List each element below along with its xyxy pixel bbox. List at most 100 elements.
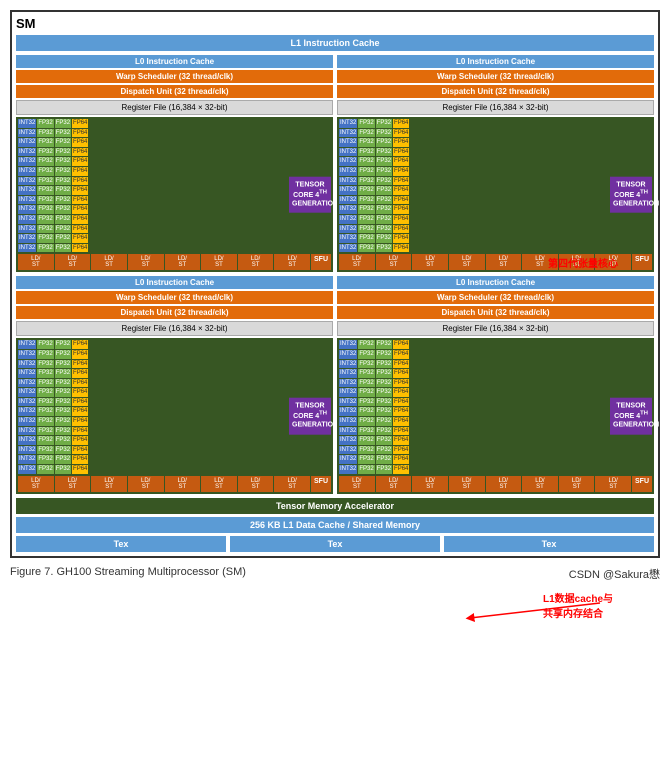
sm-title: SM xyxy=(16,16,654,31)
reg-cell: INT32 xyxy=(339,340,357,349)
reg-cell: FP32 xyxy=(37,157,53,166)
reg-cell: FP32 xyxy=(55,379,71,388)
quadrant-top-right: L0 Instruction Cache Warp Scheduler (32 … xyxy=(337,55,654,272)
sfu-cell: LD/ST xyxy=(449,476,485,492)
reg-cell: FP32 xyxy=(37,465,53,474)
annotation-l1-cache: L1数据cache与共享内存结合 xyxy=(543,590,658,620)
tex-cell-1: Tex xyxy=(16,536,226,552)
reg-cell: FP32 xyxy=(358,225,374,234)
reg-cell: FP32 xyxy=(376,215,392,224)
source-text: CSDN @Sakura懋 xyxy=(569,566,660,582)
reg-cell: FP32 xyxy=(376,407,392,416)
reg-cell: INT32 xyxy=(339,369,357,378)
reg-cell: FP64 xyxy=(72,215,88,224)
reg-cell: FP32 xyxy=(55,157,71,166)
sfu-cell: LD/ST xyxy=(274,476,310,492)
reg-cell: FP64 xyxy=(72,398,88,407)
reg-cell: INT32 xyxy=(339,234,357,243)
reg-cell: FP32 xyxy=(376,350,392,359)
reg-cell: FP64 xyxy=(393,234,409,243)
reg-cell: FP32 xyxy=(37,205,53,214)
sfu-cell: LD/ST xyxy=(376,254,412,270)
sfu-cell: LD/ST xyxy=(18,254,54,270)
l0-cache-br: L0 Instruction Cache xyxy=(337,276,654,289)
reg-cell: INT32 xyxy=(18,340,36,349)
tex-cell-2: Tex xyxy=(230,536,440,552)
reg-cell: FP32 xyxy=(358,177,374,186)
sfu-cell: LD/ST xyxy=(274,254,310,270)
reg-cell: FP64 xyxy=(393,340,409,349)
sfu-cell: LD/ST xyxy=(559,476,595,492)
reg-cell: FP64 xyxy=(72,167,88,176)
reg-cell: FP32 xyxy=(37,129,53,138)
reg-cell: FP32 xyxy=(358,167,374,176)
reg-cell: INT32 xyxy=(339,205,357,214)
reg-cell: INT32 xyxy=(339,148,357,157)
reg-cell: INT32 xyxy=(339,157,357,166)
reg-cell: FP64 xyxy=(72,379,88,388)
register-grid-tl: INT32FP32FP32FP64INT32FP32FP32FP64INT32F… xyxy=(16,117,333,272)
sfu-cell: LD/ST xyxy=(238,254,274,270)
reg-cell: FP32 xyxy=(55,119,71,128)
reg-cell: INT32 xyxy=(18,167,36,176)
reg-cell: FP32 xyxy=(37,138,53,147)
reg-cell: FP32 xyxy=(37,234,53,243)
register-row: INT32FP32FP32FP64 xyxy=(339,157,652,166)
annotation-tensor-core: 第四代张量核心 xyxy=(548,255,658,270)
reg-cell: FP32 xyxy=(376,465,392,474)
register-row: INT32FP32FP32FP64 xyxy=(18,244,331,253)
reg-cell: FP64 xyxy=(393,167,409,176)
reg-cell: FP32 xyxy=(376,455,392,464)
register-grid-br: INT32FP32FP32FP64INT32FP32FP32FP64INT32F… xyxy=(337,338,654,493)
reg-cell: INT32 xyxy=(339,398,357,407)
reg-cell: FP32 xyxy=(55,427,71,436)
quadrant-top-left: L0 Instruction Cache Warp Scheduler (32 … xyxy=(16,55,333,272)
reg-cell: INT32 xyxy=(18,465,36,474)
reg-cell: INT32 xyxy=(339,455,357,464)
tensor-core-label-br: TENSOR CORE 4TH GENERATION xyxy=(610,398,652,435)
reg-cell: INT32 xyxy=(18,157,36,166)
reg-cell: FP32 xyxy=(376,196,392,205)
sfu-cell: LD/ST xyxy=(595,476,631,492)
register-row: INT32FP32FP32FP64 xyxy=(339,205,652,214)
reg-cell: FP32 xyxy=(55,215,71,224)
sfu-cell: LD/ST xyxy=(486,254,522,270)
register-row: INT32FP32FP32FP64 xyxy=(18,196,331,205)
reg-cell: INT32 xyxy=(339,388,357,397)
reg-cell: INT32 xyxy=(339,225,357,234)
reg-cell: FP32 xyxy=(376,234,392,243)
reg-cell: FP32 xyxy=(358,215,374,224)
dispatch-unit-bl: Dispatch Unit (32 thread/clk) xyxy=(16,306,333,319)
register-row: INT32FP32FP32FP64 xyxy=(339,340,652,349)
register-row: INT32FP32FP32FP64 xyxy=(18,417,331,426)
reg-cell: INT32 xyxy=(18,407,36,416)
register-row: INT32FP32FP32FP64 xyxy=(18,379,331,388)
reg-cell: FP32 xyxy=(358,138,374,147)
reg-cell: FP32 xyxy=(37,398,53,407)
reg-cell: FP32 xyxy=(358,119,374,128)
l0-cache-tr: L0 Instruction Cache xyxy=(337,55,654,68)
register-file-tl: Register File (16,384 × 32-bit) xyxy=(16,100,333,115)
reg-cell: FP32 xyxy=(37,119,53,128)
reg-cell: FP32 xyxy=(37,215,53,224)
sfu-cell: LD/ST xyxy=(376,476,412,492)
register-row: INT32FP32FP32FP64 xyxy=(339,167,652,176)
reg-cell: FP32 xyxy=(376,379,392,388)
reg-cell: FP32 xyxy=(55,465,71,474)
reg-cell: INT32 xyxy=(18,455,36,464)
reg-cell: FP32 xyxy=(55,167,71,176)
reg-cell: FP64 xyxy=(393,388,409,397)
reg-cell: INT32 xyxy=(339,244,357,253)
sfu-row-tl: LD/ST LD/ST LD/ST LD/ST LD/ST LD/ST LD/S… xyxy=(18,254,331,270)
reg-cell: FP64 xyxy=(393,436,409,445)
reg-cell: FP32 xyxy=(55,436,71,445)
reg-cell: FP64 xyxy=(393,205,409,214)
reg-cell: INT32 xyxy=(18,427,36,436)
sfu-cell: LD/ST xyxy=(238,476,274,492)
reg-cell: FP32 xyxy=(37,196,53,205)
register-row: INT32FP32FP32FP64 xyxy=(339,360,652,369)
sfu-label-br: SFU xyxy=(632,476,652,492)
reg-cell: FP32 xyxy=(376,186,392,195)
l0-cache-tl: L0 Instruction Cache xyxy=(16,55,333,68)
reg-cell: FP32 xyxy=(55,407,71,416)
